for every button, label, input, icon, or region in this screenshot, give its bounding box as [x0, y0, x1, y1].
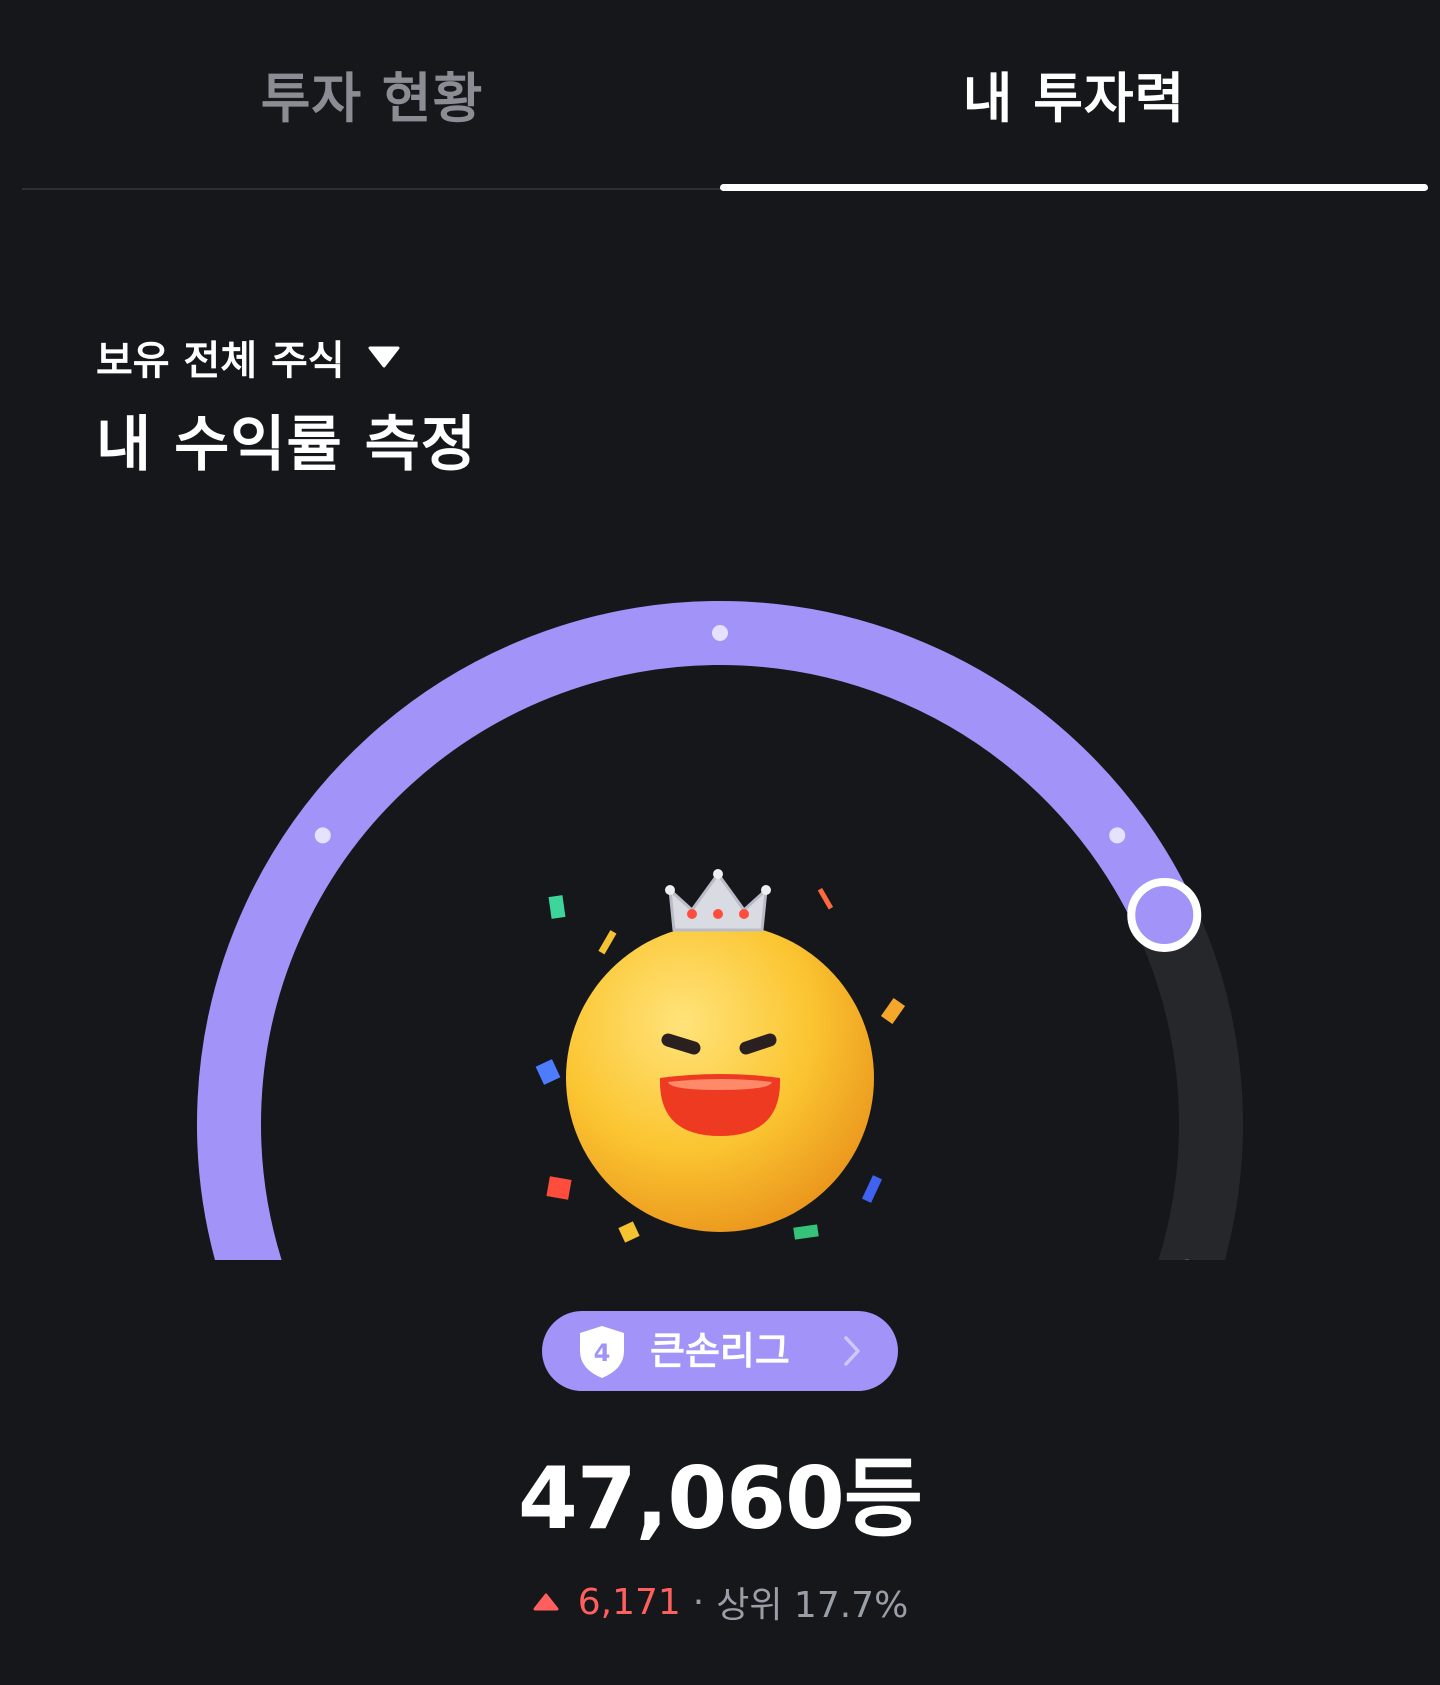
- chevron-right-icon: [844, 1336, 860, 1366]
- gauge-tick-dot: [1109, 827, 1126, 844]
- rank-change-row: 6,171 · 상위 17.7%: [0, 1576, 1440, 1628]
- confetti-piece: [793, 1224, 819, 1240]
- active-tab-indicator: [720, 184, 1428, 191]
- up-triangle-icon: [533, 1593, 559, 1611]
- confetti-piece: [548, 895, 566, 919]
- rank-change: 6,171: [577, 1581, 681, 1623]
- league-shield-icon: 4: [580, 1326, 624, 1378]
- crown-icon: [665, 869, 771, 932]
- tab-bar: 투자 현황 내 투자력: [22, 0, 1428, 192]
- stock-filter-label: 보유 전체 주식: [96, 338, 345, 384]
- gauge-tick-dot: [712, 625, 728, 641]
- tab-my-investing-power[interactable]: 내 투자력: [720, 0, 1428, 186]
- confetti-piece: [817, 887, 834, 910]
- confetti-piece: [598, 930, 617, 955]
- confetti-piece: [535, 1059, 561, 1085]
- confetti-piece: [546, 1176, 572, 1200]
- gauge-tick-dot: [314, 827, 331, 844]
- character-illustration: [535, 869, 906, 1243]
- return-gauge: [197, 601, 1243, 1260]
- league-button[interactable]: 4 큰손리그: [542, 1311, 898, 1391]
- confetti-piece: [861, 1175, 883, 1203]
- rank-value: 47,060등: [518, 1449, 923, 1549]
- tab-investment-status[interactable]: 투자 현황: [22, 0, 722, 186]
- league-badge-number: 4: [594, 1339, 611, 1367]
- caret-down-icon: [368, 346, 400, 368]
- stock-filter-dropdown[interactable]: 보유 전체 주식: [96, 328, 401, 386]
- gauge-knob: [1127, 877, 1202, 952]
- confetti-piece: [618, 1221, 640, 1243]
- separator-dot: ·: [692, 1581, 705, 1623]
- page-title: 내 수익률 측정: [96, 410, 477, 480]
- league-name: 큰손리그: [650, 1329, 790, 1373]
- rank-percentile: 상위 17.7%: [716, 1585, 909, 1626]
- confetti-piece: [880, 997, 906, 1025]
